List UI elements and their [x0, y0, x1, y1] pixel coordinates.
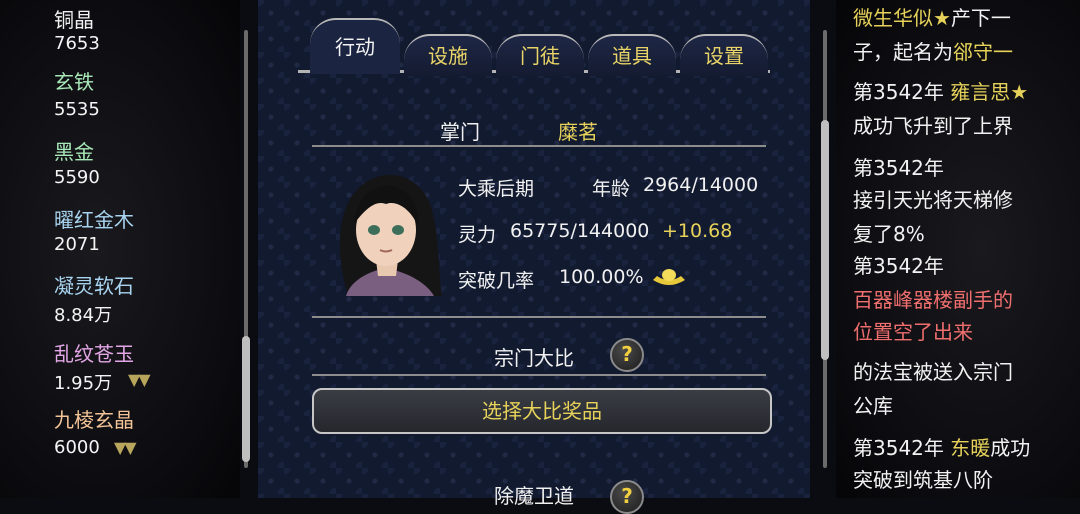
resource-value: 7653	[54, 33, 100, 54]
event-line: 的法宝被送入宗门	[853, 360, 1013, 384]
center-scrollbar-thumb[interactable]	[821, 120, 829, 360]
leader-realm: 大乘后期	[458, 178, 535, 200]
divider	[312, 145, 766, 147]
event-line: 成功飞升到了上界	[853, 114, 1013, 138]
event-line: 位置空了出来	[853, 320, 973, 344]
tab-settings[interactable]: 设置	[680, 34, 768, 76]
resource-value: 6000	[54, 437, 100, 458]
spirit-label: 灵力	[458, 224, 497, 246]
event-line: 第3542年	[853, 156, 944, 180]
tab-action[interactable]: 行动	[310, 18, 400, 74]
tab-items[interactable]: 道具	[588, 34, 676, 76]
resource-name: 乱纹苍玉	[54, 342, 134, 366]
spirit-value: 65775/144000	[510, 220, 650, 242]
divider	[312, 316, 766, 318]
resource-panel: 铜晶 7653 玄铁 5535 黑金 5590 曜红金木 2071 凝灵软石 8…	[0, 0, 240, 498]
resource-name: 铜晶	[54, 8, 94, 32]
demon-slaying-title: 除魔卫道	[494, 484, 574, 508]
resource-value: 5535	[54, 99, 100, 120]
event-line: 第3542年 雍言思★	[853, 80, 1029, 104]
resource-value: 1.95万	[54, 373, 113, 394]
age-label: 年龄	[592, 178, 631, 200]
spirit-gain: +10.68	[662, 220, 733, 242]
leader-portrait[interactable]	[326, 164, 446, 296]
event-line: 子，起名为郤守一	[853, 40, 1013, 64]
leader-title-label: 掌门	[440, 120, 480, 144]
tournament-help-button[interactable]: ?	[610, 338, 644, 372]
left-scrollbar-thumb[interactable]	[242, 336, 250, 462]
breakthrough-ingot-icon[interactable]	[651, 266, 687, 292]
event-line: 复了8%	[853, 222, 925, 246]
event-log-panel	[836, 0, 1080, 498]
resource-value: 2071	[54, 234, 100, 255]
event-line: 公库	[853, 394, 893, 418]
breakthrough-label: 突破几率	[458, 270, 535, 292]
event-line: 突破到筑基八阶	[853, 468, 993, 492]
event-line: 第3542年	[853, 254, 944, 278]
tab-disciples[interactable]: 门徒	[496, 34, 584, 76]
leader-name[interactable]: 糜茗	[558, 116, 598, 145]
resource-name: 玄铁	[54, 70, 94, 94]
select-prize-button[interactable]: 选择大比奖品	[312, 388, 772, 434]
event-line: 第3542年 东暖成功	[853, 436, 1031, 460]
decrease-arrows-icon: ▼▼	[114, 438, 137, 457]
event-line: 接引天光将天梯修	[853, 188, 1013, 212]
resource-value: 5590	[54, 167, 100, 188]
resource-value: 8.84万	[54, 305, 113, 326]
resource-name: 曜红金木	[54, 208, 134, 232]
resource-name: 凝灵软石	[54, 274, 134, 298]
demon-slaying-help-button[interactable]: ?	[610, 480, 644, 514]
resource-name: 黑金	[54, 140, 94, 164]
resource-name: 九棱玄晶	[54, 408, 134, 432]
breakthrough-value: 100.00%	[559, 266, 644, 288]
tournament-title: 宗门大比	[494, 346, 574, 370]
divider	[312, 374, 766, 376]
event-line: 微生华似★产下一	[853, 6, 1011, 30]
decrease-arrows-icon: ▼▼	[128, 370, 151, 389]
tab-facilities[interactable]: 设施	[404, 34, 492, 76]
age-value: 2964/14000	[643, 174, 759, 196]
event-line: 百器峰器楼副手的	[853, 288, 1013, 312]
